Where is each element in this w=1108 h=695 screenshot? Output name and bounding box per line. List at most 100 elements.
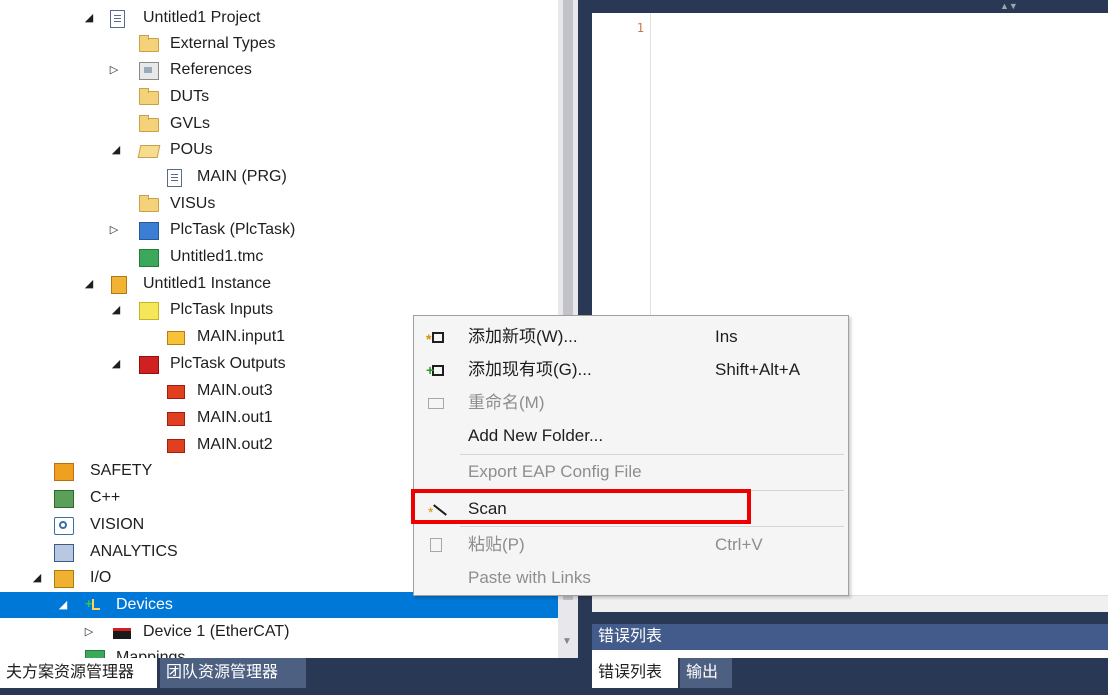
menu-item-label: Add New Folder... bbox=[468, 426, 604, 445]
input-var-icon bbox=[167, 331, 185, 345]
references-icon bbox=[139, 62, 159, 80]
expand-arrow-icon[interactable]: ◢ bbox=[30, 565, 44, 591]
folder-icon bbox=[139, 115, 159, 132]
vision-icon bbox=[54, 517, 74, 535]
tree-item-project[interactable]: ◢ Untitled1 Project bbox=[0, 5, 558, 31]
folder-open-icon bbox=[137, 145, 161, 158]
menu-item-label: 添加现有项(G)... bbox=[468, 360, 592, 379]
tree-item-label: VISION bbox=[90, 516, 145, 533]
menu-item-label: Export EAP Config File bbox=[468, 462, 642, 481]
tree-item-external-types[interactable]: External Types bbox=[0, 31, 558, 57]
menu-item-add-new-folder[interactable]: Add New Folder... bbox=[414, 419, 848, 453]
menu-separator bbox=[460, 526, 844, 527]
tree-item-instance[interactable]: ◢ Untitled1 Instance bbox=[0, 271, 558, 297]
editor-horizontal-scrollbar[interactable] bbox=[592, 595, 1108, 613]
tree-item-label: Mappings bbox=[116, 649, 186, 658]
error-list-title: 错误列表 bbox=[592, 624, 1108, 650]
menu-item-rename[interactable]: 重命名(M) bbox=[414, 386, 848, 420]
tree-item-duts[interactable]: DUTs bbox=[0, 84, 558, 110]
tree-item-references[interactable]: ▷ References bbox=[0, 57, 558, 83]
project-icon bbox=[110, 10, 125, 28]
tree-item-label: PlcTask Outputs bbox=[170, 355, 286, 372]
expand-arrow-icon[interactable]: ◢ bbox=[82, 5, 96, 31]
tree-item-label: PlcTask Inputs bbox=[170, 301, 274, 318]
safety-icon bbox=[54, 463, 74, 481]
folder-icon bbox=[139, 195, 159, 212]
tree-item-label: Untitled1 Instance bbox=[143, 275, 272, 292]
panel-gap bbox=[592, 612, 1108, 624]
io-icon bbox=[54, 570, 74, 588]
tree-item-label: MAIN.input1 bbox=[197, 328, 286, 345]
tree-item-label: C++ bbox=[90, 489, 121, 506]
menu-item-add-existing-item[interactable]: 添加现有项(G)... Shift+Alt+A bbox=[414, 353, 848, 387]
scroll-down-icon[interactable]: ▼ bbox=[562, 636, 572, 647]
context-menu: 添加新项(W)... Ins 添加现有项(G)... Shift+Alt+A 重… bbox=[413, 315, 849, 596]
scan-highlight-box bbox=[411, 489, 751, 524]
analytics-icon bbox=[54, 544, 74, 562]
tree-item-label: POUs bbox=[170, 141, 213, 158]
tree-item-label: Device 1 (EtherCAT) bbox=[143, 623, 290, 640]
output-var-icon bbox=[167, 439, 185, 453]
tab-output[interactable]: 输出 bbox=[680, 658, 732, 688]
expand-arrow-icon[interactable]: ◢ bbox=[109, 351, 123, 377]
tree-item-device1-ethercat[interactable]: ▷ Device 1 (EtherCAT) bbox=[0, 619, 558, 645]
menu-item-add-new-item[interactable]: 添加新项(W)... Ins bbox=[414, 320, 848, 356]
tree-item-pous[interactable]: ◢ POUs bbox=[0, 137, 558, 163]
tree-item-label: External Types bbox=[170, 35, 276, 52]
tmc-icon bbox=[139, 249, 159, 267]
collapse-arrow-icon[interactable]: ▷ bbox=[107, 217, 121, 243]
task-icon bbox=[139, 222, 159, 240]
tree-item-label: VISUs bbox=[170, 195, 216, 212]
tab-error-list[interactable]: 错误列表 bbox=[592, 658, 678, 688]
bottom-tab-bar: 夫方案资源管理器 团队资源管理器 错误列表 输出 bbox=[0, 658, 1108, 695]
tree-item-main-prg[interactable]: MAIN (PRG) bbox=[0, 164, 558, 190]
expand-arrow-icon[interactable]: ◢ bbox=[109, 297, 123, 323]
tree-item-label: Devices bbox=[116, 596, 173, 613]
output-var-icon bbox=[167, 412, 185, 426]
tree-item-mappings[interactable]: Mappings bbox=[0, 645, 558, 658]
tree-item-tmc[interactable]: Untitled1.tmc bbox=[0, 244, 558, 270]
menu-item-paste[interactable]: 粘贴(P) Ctrl+V bbox=[414, 528, 848, 562]
menu-item-shortcut: Ctrl+V bbox=[715, 535, 763, 554]
tree-item-label: ANALYTICS bbox=[90, 543, 178, 560]
add-new-item-icon bbox=[426, 322, 444, 356]
menu-item-shortcut: Shift+Alt+A bbox=[715, 360, 801, 379]
tree-item-label: References bbox=[170, 61, 252, 78]
instance-icon bbox=[111, 276, 127, 294]
tree-item-gvls[interactable]: GVLs bbox=[0, 111, 558, 137]
menu-item-export-eap-config[interactable]: Export EAP Config File bbox=[414, 455, 848, 489]
tree-item-label: SAFETY bbox=[90, 462, 153, 479]
tree-item-label: MAIN.out2 bbox=[197, 436, 273, 453]
tab-team-explorer[interactable]: 团队资源管理器 bbox=[160, 658, 306, 688]
collapse-arrow-icon[interactable]: ▷ bbox=[107, 57, 121, 83]
mappings-icon bbox=[85, 650, 105, 658]
rename-icon bbox=[428, 398, 444, 409]
split-handle-icon[interactable]: ▲▼ bbox=[1000, 1, 1018, 11]
expand-arrow-icon[interactable]: ◢ bbox=[82, 271, 96, 297]
devices-icon bbox=[85, 591, 103, 617]
menu-item-paste-with-links[interactable]: Paste with Links bbox=[414, 561, 848, 595]
menu-item-label: 粘贴(P) bbox=[468, 535, 525, 554]
paste-icon bbox=[430, 538, 442, 552]
folder-icon bbox=[139, 88, 159, 105]
output-var-icon bbox=[167, 385, 185, 399]
tree-item-label: MAIN (PRG) bbox=[197, 168, 287, 185]
tree-item-plctask[interactable]: ▷ PlcTask (PlcTask) bbox=[0, 217, 558, 243]
tree-item-label: MAIN.out1 bbox=[197, 409, 273, 426]
expand-arrow-icon[interactable]: ◢ bbox=[56, 592, 70, 618]
tree-item-label: GVLs bbox=[170, 115, 211, 132]
tab-solution-explorer[interactable]: 夫方案资源管理器 bbox=[0, 658, 157, 688]
tree-item-visus[interactable]: VISUs bbox=[0, 191, 558, 217]
program-icon bbox=[167, 169, 182, 187]
collapse-arrow-icon[interactable]: ▷ bbox=[82, 619, 96, 645]
expand-arrow-icon[interactable]: ◢ bbox=[109, 137, 123, 163]
error-list-panel: 错误列表 bbox=[592, 612, 1108, 658]
folder-icon bbox=[139, 35, 159, 52]
inputs-icon bbox=[139, 302, 159, 320]
outputs-icon bbox=[139, 356, 159, 374]
tree-item-label: DUTs bbox=[170, 88, 210, 105]
menu-item-shortcut: Ins bbox=[715, 327, 738, 346]
cpp-icon bbox=[54, 490, 74, 508]
menu-item-label: Paste with Links bbox=[468, 568, 591, 587]
tree-item-label: PlcTask (PlcTask) bbox=[170, 221, 296, 238]
